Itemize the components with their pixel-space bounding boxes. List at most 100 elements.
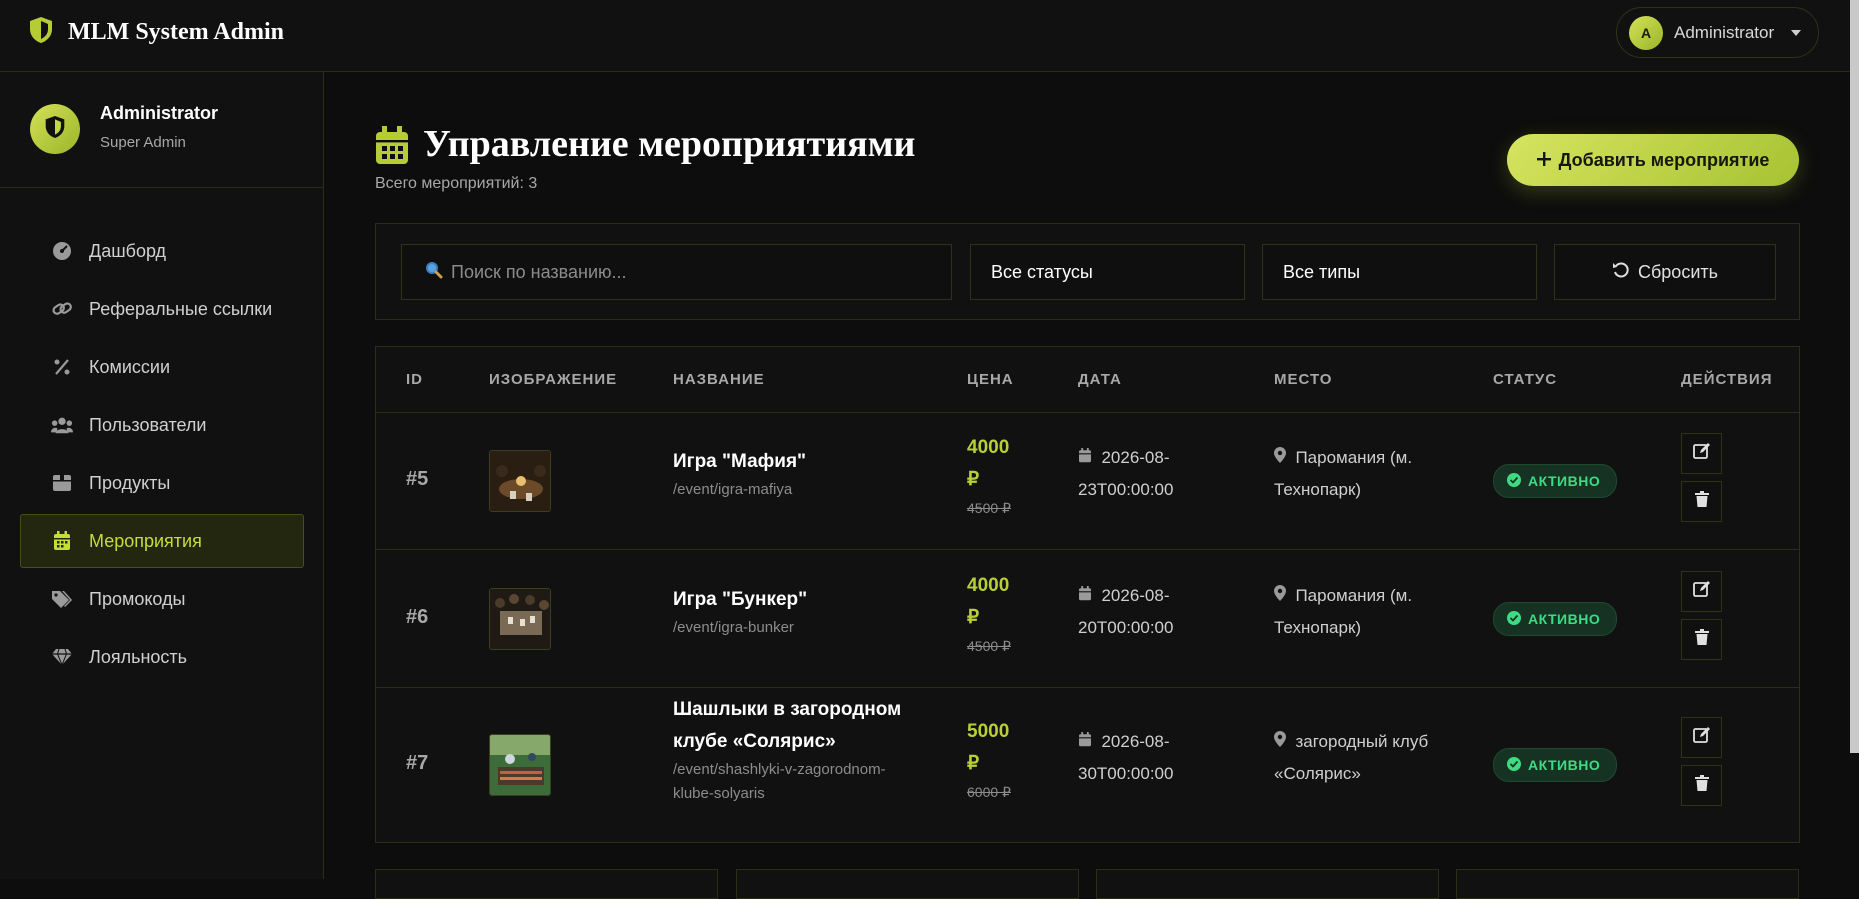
avatar: A — [1629, 15, 1663, 50]
event-name-line1[interactable]: Шашлыки в загородном — [673, 694, 933, 726]
map-marker-icon — [1274, 585, 1286, 605]
event-thumbnail[interactable] — [489, 450, 551, 512]
status-label: АКТИВНО — [1528, 757, 1601, 773]
event-price: 4000 — [967, 575, 1010, 596]
brand[interactable]: MLM System Admin — [28, 16, 284, 49]
event-date-line1: 2026-08- — [1101, 586, 1170, 605]
event-name[interactable]: Игра "Мафия" — [673, 446, 933, 478]
col-actions: ДЕЙСТВИЯ — [1681, 371, 1773, 388]
edit-button[interactable] — [1681, 717, 1722, 758]
reset-icon — [1612, 261, 1630, 284]
sidebar-item-users[interactable]: Пользователи — [20, 398, 304, 452]
sidebar-item-products[interactable]: Продукты — [20, 456, 304, 510]
add-event-button[interactable]: Добавить мероприятие — [1507, 134, 1799, 186]
event-price-cell: 5000 ₽ 6000 ₽ — [967, 716, 1011, 801]
edit-icon — [1692, 580, 1711, 603]
sidebar-item-events[interactable]: Мероприятия — [20, 514, 304, 568]
event-slug-line1: /event/shashlyki-v-zagorodnom- — [673, 761, 886, 778]
event-slug: /event/igra-mafiya — [673, 481, 793, 498]
sidebar-item-label: Реферальные ссылки — [89, 298, 273, 319]
profile-name: Administrator — [100, 103, 219, 123]
reset-label: Сбросить — [1637, 261, 1718, 282]
sidebar-item-referral-links[interactable]: Реферальные ссылки — [20, 282, 304, 336]
currency-sign: ₽ — [967, 607, 980, 628]
delete-button[interactable] — [1681, 619, 1722, 660]
event-name-line2[interactable]: клубе «Солярис» — [673, 726, 933, 758]
delete-button[interactable] — [1681, 481, 1722, 522]
search-icon — [425, 261, 443, 284]
event-name[interactable]: Игра "Бункер" — [673, 584, 933, 616]
event-price: 4000 — [967, 437, 1010, 458]
trash-icon — [1694, 491, 1709, 512]
event-name-cell: Игра "Бункер" /event/igra-bunker — [673, 584, 933, 640]
page-title: Управление мероприятиями — [423, 123, 916, 165]
reset-button[interactable]: Сбросить — [1554, 244, 1776, 300]
col-image: ИЗОБРАЖЕНИЕ — [489, 371, 618, 388]
event-date-cell: 2026-08- 20T00:00:00 — [1078, 580, 1173, 644]
status-badge: АКТИВНО — [1493, 748, 1618, 782]
sidebar-item-label: Пользователи — [89, 414, 207, 435]
event-date-line1: 2026-08- — [1101, 448, 1170, 467]
event-date-cell: 2026-08- 23T00:00:00 — [1078, 442, 1173, 506]
event-date-line2: 20T00:00:00 — [1078, 618, 1174, 637]
col-price: ЦЕНА — [967, 371, 1014, 388]
calendar-icon — [1078, 732, 1092, 751]
type-select-value: Все типы — [1283, 261, 1361, 282]
table-row: #5 Игра "Мафия" /event/igra-mafiya 4000 … — [376, 412, 1799, 550]
sidebar-item-promocodes[interactable]: Промокоды — [20, 572, 304, 626]
tags-icon — [51, 588, 73, 610]
event-place-line2: Технопарк) — [1274, 618, 1362, 637]
profile-role: Super Admin — [100, 134, 186, 151]
table-row: #7 Шашлыки в загородном клубе «Солярис» … — [376, 688, 1799, 842]
event-price-cell: 4000 ₽ 4500 ₽ — [967, 570, 1011, 655]
sidebar-item-dashboard[interactable]: Дашборд — [20, 224, 304, 278]
sidebar-item-commissions[interactable]: Комиссии — [20, 340, 304, 394]
percent-icon — [51, 356, 73, 378]
event-id: #5 — [406, 468, 429, 490]
check-circle-icon — [1507, 610, 1521, 628]
event-place-line1: Паромания (м. — [1295, 448, 1413, 467]
sidebar-item-loyalty[interactable]: Лояльность — [20, 630, 304, 684]
top-bar: MLM System Admin A Administrator — [0, 0, 1859, 72]
profile-avatar — [30, 104, 80, 154]
event-date-line2: 23T00:00:00 — [1078, 480, 1174, 499]
sidebar-nav: Дашборд Реферальные ссылки Комиссии Поль… — [20, 224, 304, 688]
event-thumbnail[interactable] — [489, 588, 551, 650]
event-old-price: 4500 ₽ — [967, 500, 1011, 516]
event-name-cell: Игра "Мафия" /event/igra-mafiya — [673, 446, 933, 502]
delete-button[interactable] — [1681, 765, 1722, 806]
sidebar-item-label: Лояльность — [89, 646, 188, 667]
brand-title: MLM System Admin — [68, 19, 284, 45]
event-place-line1: Паромания (м. — [1295, 586, 1413, 605]
event-place-cell: загородный клуб «Солярис» — [1274, 726, 1428, 790]
box-icon — [51, 472, 73, 494]
status-select-value: Все статусы — [991, 261, 1093, 282]
scrollbar[interactable] — [1850, 0, 1859, 753]
check-circle-icon — [1507, 472, 1521, 490]
sidebar: Administrator Super Admin Дашборд Рефера… — [0, 72, 324, 879]
status-select[interactable]: Все статусы — [970, 244, 1245, 300]
type-select[interactable]: Все типы — [1262, 244, 1537, 300]
event-old-price: 6000 ₽ — [967, 784, 1011, 800]
check-circle-icon — [1507, 756, 1521, 774]
edit-button[interactable] — [1681, 433, 1722, 474]
calendar-icon — [374, 126, 410, 171]
stat-card — [736, 869, 1079, 899]
table-header: ID ИЗОБРАЖЕНИЕ НАЗВАНИЕ ЦЕНА ДАТА МЕСТО … — [376, 347, 1799, 413]
event-place-line1: загородный клуб — [1295, 732, 1429, 751]
event-old-price: 4500 ₽ — [967, 638, 1011, 654]
events-table: ID ИЗОБРАЖЕНИЕ НАЗВАНИЕ ЦЕНА ДАТА МЕСТО … — [375, 346, 1800, 843]
calendar-icon — [1078, 448, 1092, 467]
stat-card — [375, 869, 718, 899]
sidebar-item-label: Дашборд — [89, 240, 167, 261]
stat-card — [1456, 869, 1799, 899]
link-icon — [51, 298, 73, 320]
event-date-line1: 2026-08- — [1101, 732, 1170, 751]
edit-button[interactable] — [1681, 571, 1722, 612]
status-label: АКТИВНО — [1528, 473, 1601, 489]
shield-icon — [28, 16, 54, 49]
event-thumbnail[interactable] — [489, 734, 551, 796]
search-input[interactable]: Поиск по названию... — [401, 244, 952, 300]
user-menu-button[interactable]: A Administrator — [1616, 7, 1819, 58]
event-name-cell: Шашлыки в загородном клубе «Солярис» /ev… — [673, 694, 933, 806]
